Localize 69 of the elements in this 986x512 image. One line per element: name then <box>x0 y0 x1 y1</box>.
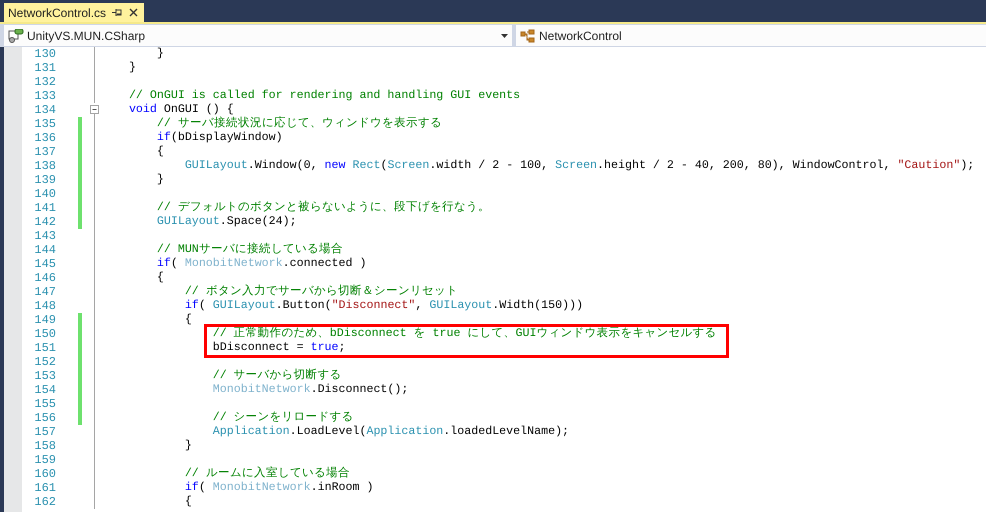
project-icon <box>8 28 24 42</box>
line-number: 144 <box>33 243 56 257</box>
code-line: // サーバ接続状況に応じて、ウィンドウを表示する <box>156 117 442 131</box>
code-line: void OnGUI () { <box>128 103 234 116</box>
line-number: 158 <box>33 439 56 453</box>
code-line: GUILayout.Window(0, new Rect(Screen.width / 2 - 100, Screen.height / 2 - 40, 200, 80), WindowControl, "Caution"); <box>184 159 974 173</box>
close-icon[interactable] <box>129 8 138 17</box>
line-number: 139 <box>33 173 56 187</box>
code-line: // OnGUI is called for rendering and handling GUI events <box>128 89 520 103</box>
code-line: { <box>184 313 192 327</box>
line-number: 149 <box>33 313 56 327</box>
line-number: 160 <box>33 467 56 481</box>
line-number: 136 <box>33 131 56 145</box>
line-number: 156 <box>33 411 56 425</box>
line-number: 132 <box>33 75 56 89</box>
code-line: if(bDisplayWindow) <box>156 131 283 145</box>
code-line: // ボタン入力でサーバから切断＆シーンリセット <box>184 285 458 299</box>
line-number: 140 <box>33 187 56 201</box>
line-number: 146 <box>33 271 56 285</box>
project-dropdown[interactable]: UnityVS.MUN.CSharp <box>4 25 512 46</box>
code-line: if( GUILayout.Button("Disconnect", GUILayout.Width(150))) <box>184 299 584 313</box>
code-line: if( MonobitNetwork.connected ) <box>156 257 366 271</box>
code-line: // サーバから切断する <box>212 369 342 383</box>
line-number: 145 <box>33 257 56 271</box>
code-line: } <box>156 47 164 61</box>
line-number: 131 <box>33 61 56 75</box>
code-line: // ルームに入室している場合 <box>184 467 350 481</box>
line-number: 151 <box>33 341 56 355</box>
code-line: // シーンをリロードする <box>212 411 354 425</box>
line-number: 153 <box>33 369 56 383</box>
code-line: } <box>184 439 192 453</box>
line-number: 162 <box>33 495 56 509</box>
line-number: 141 <box>33 201 56 215</box>
line-number: 143 <box>33 229 56 243</box>
code-line: { <box>184 495 192 509</box>
code-line: // 正常動作のため、bDisconnect を true にして、GUIウィンドウ表示をキャンセルする <box>212 327 716 341</box>
line-number: 133 <box>33 89 56 103</box>
code-line: if( MonobitNetwork.inRoom ) <box>184 481 374 495</box>
line-number: 134 <box>33 103 56 117</box>
line-number: 161 <box>33 481 56 495</box>
line-number: 130 <box>33 47 56 61</box>
file-tab[interactable]: NetworkControl.cs <box>4 3 144 22</box>
type-dropdown[interactable]: NetworkControl <box>516 25 986 46</box>
caret-icon <box>501 34 508 38</box>
code-line: GUILayout.Space(24); <box>156 215 297 229</box>
line-number: 159 <box>33 453 56 467</box>
line-number: 147 <box>33 285 56 299</box>
pin-icon[interactable] <box>112 8 124 17</box>
class-icon <box>520 28 536 42</box>
code-line: // デフォルトのボタンと被らないように、段下げを行なう。 <box>156 201 490 215</box>
line-number: 157 <box>33 425 56 439</box>
code-line: } <box>128 61 136 75</box>
line-number: 154 <box>33 383 56 397</box>
code-line: { <box>156 145 164 159</box>
line-number: 152 <box>33 355 56 369</box>
code-line: MonobitNetwork.Disconnect(); <box>212 383 408 397</box>
line-number: 155 <box>33 397 56 411</box>
line-number: 138 <box>33 159 56 173</box>
code-line: Application.LoadLevel(Application.loadedLevelName); <box>212 425 570 439</box>
code-line: // MUNサーバに接続している場合 <box>156 243 343 257</box>
code-line: { <box>156 271 164 285</box>
code-line: } <box>156 173 164 187</box>
line-number: 150 <box>33 327 56 341</box>
line-number: 142 <box>33 215 56 229</box>
line-number: 135 <box>33 117 56 131</box>
line-number: 137 <box>33 145 56 159</box>
line-number: 148 <box>33 299 56 313</box>
code-line: bDisconnect = true; <box>212 341 347 355</box>
collapse-icon[interactable] <box>90 105 99 114</box>
